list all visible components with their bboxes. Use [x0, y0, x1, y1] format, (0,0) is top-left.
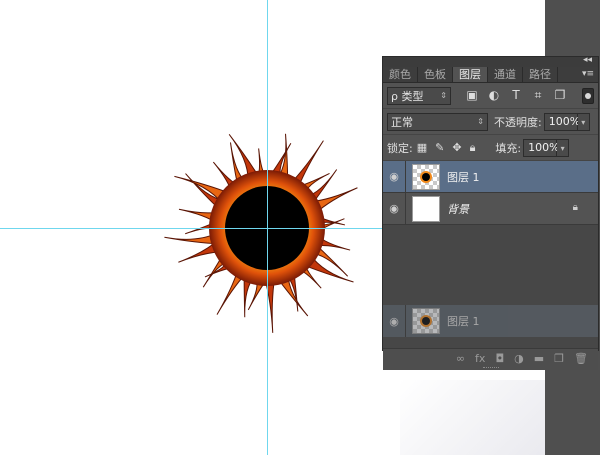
filter-kind-label: ρ 类型 [391, 89, 424, 103]
tab-paths[interactable]: 路径 [523, 67, 558, 82]
smart-object-filter-icon[interactable]: ❐ [553, 88, 567, 103]
chevron-down-icon[interactable]: ▾ [557, 138, 570, 157]
eye-icon[interactable]: ◉ [383, 202, 405, 215]
chevron-down-icon[interactable]: ▾ [577, 112, 590, 131]
layer-name[interactable]: 图层 1 [447, 169, 480, 185]
divider [405, 160, 406, 193]
lock-position-icon[interactable]: ✥ [452, 141, 461, 155]
panel-menu-icon[interactable]: ▾≡ [582, 69, 594, 79]
layer-style-icon[interactable]: fx [475, 352, 485, 367]
filter-kind-select[interactable]: ρ 类型 ⇕ [387, 86, 451, 105]
divider [405, 192, 406, 225]
panel-title-bar[interactable]: ◂◂ [383, 55, 598, 67]
shape-filter-icon[interactable]: ⌗ [531, 88, 545, 103]
link-layers-icon[interactable]: ∞ [456, 352, 465, 367]
layer-row-background[interactable]: ◉ 背景 🔒︎ [383, 192, 598, 225]
fill-label: 填充: [495, 141, 522, 155]
tab-color[interactable]: 颜色 [383, 67, 418, 82]
blend-mode-value: 正常 [391, 115, 413, 129]
opacity-input[interactable]: 100% [543, 112, 580, 131]
lock-icon: 🔒︎ [572, 202, 578, 213]
lock-label: 锁定: [387, 141, 413, 155]
tab-swatches[interactable]: 色板 [418, 67, 453, 82]
opacity-label: 不透明度: [494, 115, 542, 129]
lock-icons: ▦ ✎ ✥ 🔒︎ [417, 141, 476, 155]
layer-row-1[interactable]: ◉ 图层 1 [383, 160, 598, 193]
layers-list: ◉ 图层 1 ◉ 背景 🔒︎ ◉ 图层 1 ∞ fx ◘ ◑ ▬ ❐ 🗑︎ [383, 160, 598, 370]
layer-name[interactable]: 背景 [447, 201, 469, 217]
lock-all-icon[interactable]: 🔒︎ [470, 141, 476, 155]
trash-icon[interactable]: 🗑︎ [574, 352, 588, 367]
tab-layers[interactable]: 图层 [453, 67, 488, 82]
type-filter-icon[interactable]: T [509, 88, 523, 103]
adjustment-filter-icon[interactable]: ◐ [487, 88, 501, 103]
blend-mode-select[interactable]: 正常 ⇕ [387, 112, 488, 131]
layer-thumbnail [412, 308, 440, 334]
eye-icon: ◉ [389, 314, 399, 328]
blend-row: 正常 ⇕ 不透明度: 100% ▾ [383, 109, 598, 135]
chevron-updown-icon: ⇕ [440, 91, 447, 100]
eye-icon[interactable]: ◉ [383, 170, 405, 183]
image-filter-icon[interactable]: ▣ [465, 88, 479, 103]
layer-drag-ghost: ◉ 图层 1 [383, 305, 598, 337]
panel-tabs: 颜色 色板 图层 通道 路径 ▾≡ [383, 67, 598, 83]
fill-input[interactable]: 100% [523, 138, 560, 157]
new-group-icon[interactable]: ▬ [534, 352, 544, 367]
filter-toggle-switch[interactable] [582, 87, 594, 104]
lock-row: 锁定: ▦ ✎ ✥ 🔒︎ 填充: 100% ▾ [383, 135, 598, 161]
filter-row: ρ 类型 ⇕ ▣ ◐ T ⌗ ❐ [383, 83, 598, 109]
layer-thumbnail [412, 195, 440, 222]
resize-grip[interactable] [483, 367, 499, 370]
add-mask-icon[interactable]: ◘ [495, 352, 504, 367]
layer-thumbnail [412, 163, 440, 190]
lock-image-pixels-icon[interactable]: ✎ [435, 141, 444, 155]
tab-channels[interactable]: 通道 [488, 67, 523, 82]
chevron-updown-icon: ⇕ [477, 117, 484, 126]
filter-icons: ▣ ◐ T ⌗ ❐ [465, 88, 567, 103]
layers-panel: ◂◂ 颜色 色板 图层 通道 路径 ▾≡ ρ 类型 ⇕ ▣ ◐ T ⌗ ❐ 正常… [382, 55, 599, 370]
lock-transparent-pixels-icon[interactable]: ▦ [417, 141, 427, 155]
new-adjustment-icon[interactable]: ◑ [514, 352, 524, 367]
new-layer-icon[interactable]: ❐ [554, 352, 564, 367]
workspace-highlight [400, 380, 545, 455]
divider [405, 305, 406, 337]
collapse-icon[interactable]: ◂◂ [583, 55, 592, 65]
layer-name: 图层 1 [447, 315, 480, 328]
